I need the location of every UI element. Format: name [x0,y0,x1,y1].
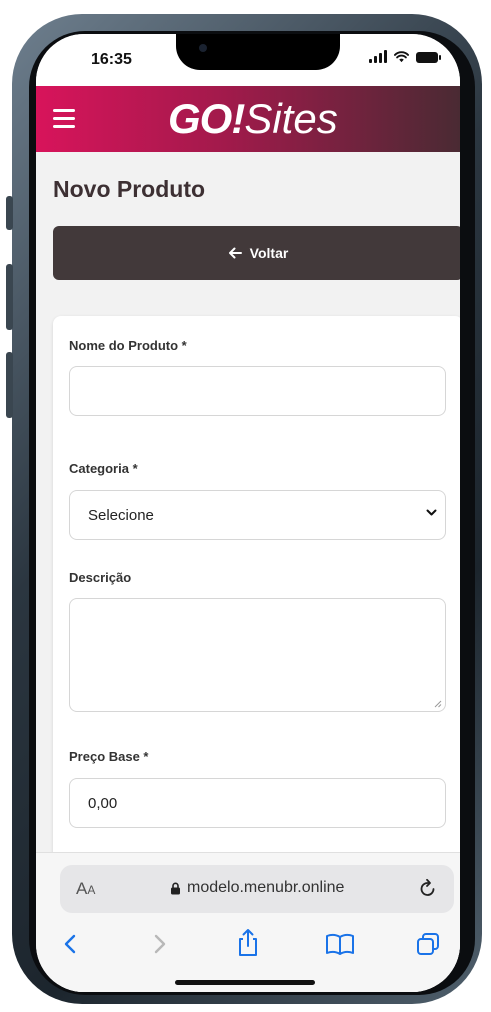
base-price-input[interactable]: 0,00 [69,778,446,828]
volume-down-button [6,352,13,418]
base-price-label: Preço Base * [69,749,149,764]
gosites-logo[interactable]: GO!Sites [168,96,338,142]
volume-up-button [6,264,13,330]
silent-switch [6,196,13,230]
arrow-left-icon [228,247,242,259]
browser-nav-row [36,929,460,971]
address-bar[interactable]: AA modelo.menubr.online [60,865,454,913]
battery-icon [416,52,441,63]
home-indicator [175,980,315,985]
camera [199,44,207,52]
product-name-input[interactable] [69,366,446,416]
forward-icon[interactable] [146,931,172,957]
category-select[interactable]: Selecione [69,490,446,540]
back-icon[interactable] [58,931,84,957]
url-field[interactable]: modelo.menubr.online [170,879,344,897]
category-label: Categoria * [69,461,138,476]
product-name-label: Nome do Produto * [69,338,187,353]
description-label: Descrição [69,570,132,585]
signal-icon [369,50,387,63]
wifi-icon [394,51,409,63]
lock-icon [171,882,180,894]
app-header: GO!Sites [36,86,460,152]
menu-icon[interactable] [53,109,75,128]
status-icons [369,50,441,63]
resize-handle-icon[interactable] [434,700,442,708]
text-size-button[interactable]: AA [76,879,95,899]
back-button-label: Voltar [249,245,289,261]
reload-icon[interactable] [418,878,438,898]
back-button[interactable]: Voltar [53,226,460,280]
status-time: 16:35 [91,51,132,68]
safari-toolbar: AA modelo.menubr.online [36,852,460,992]
chevron-down-icon [426,509,437,516]
notch [176,34,340,70]
url-text: modelo.menubr.online [187,879,345,896]
status-bar: 16:35 [36,34,460,86]
description-textarea[interactable] [69,598,446,712]
tabs-icon[interactable] [415,931,441,957]
category-selected-value: Selecione [88,506,154,524]
screen: 16:35 GO!Sites Novo Produto Voltar Nome … [36,34,460,992]
page-title: Novo Produto [53,176,206,202]
bookmarks-icon[interactable] [325,931,355,957]
share-icon[interactable] [234,927,262,957]
